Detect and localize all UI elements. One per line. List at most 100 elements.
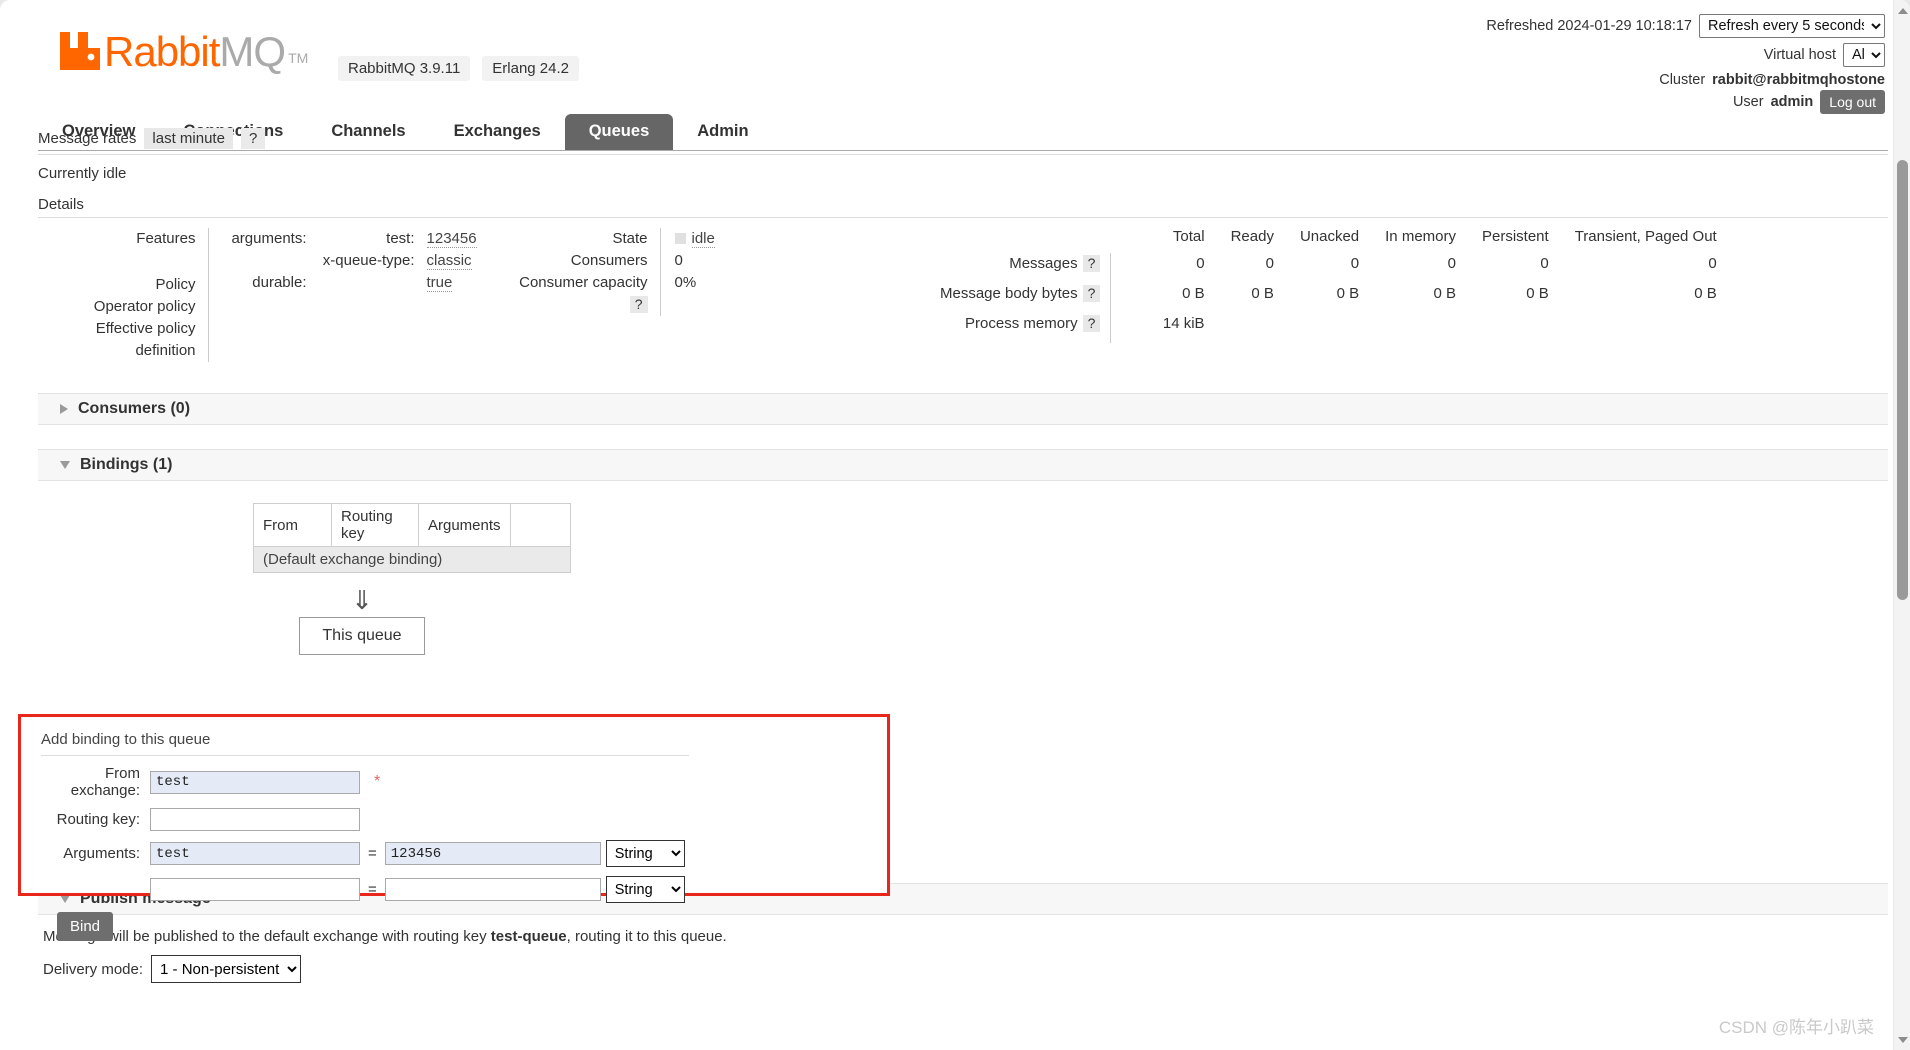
- state-value: idle: [691, 230, 715, 248]
- scrollbar-thumb[interactable]: [1897, 160, 1908, 600]
- from-exchange-label: From exchange:: [70, 765, 140, 799]
- features-label: Features: [136, 230, 196, 247]
- currently-idle-text: Currently idle: [38, 165, 127, 182]
- bytes-ready: 0 B: [1251, 285, 1274, 302]
- arguments-row-1: Arguments: = String: [21, 840, 887, 867]
- details-body: Features arguments: test: 123456 x-queue…: [0, 228, 1910, 383]
- vhost-select[interactable]: All: [1843, 43, 1885, 67]
- routing-key-input[interactable]: [150, 808, 360, 831]
- argument-value-input-1[interactable]: [384, 878, 601, 901]
- bindings-table: From Routing key Arguments (Default exch…: [253, 503, 571, 573]
- scroll-up-button[interactable]: [1894, 2, 1910, 19]
- from-exchange-row: From exchange: *: [21, 765, 887, 799]
- argument-type-select-0[interactable]: String: [605, 840, 685, 867]
- stats-row-body-bytes: Message body bytes? 0 B 0 B 0 B 0 B 0 B …: [940, 283, 1717, 313]
- argument-type-select-1[interactable]: String: [605, 876, 685, 903]
- arg-key-1: x-queue-type:: [322, 252, 415, 269]
- rabbitmq-logo-icon: [60, 32, 100, 70]
- consumers-value: 0: [659, 250, 780, 272]
- bindings-col-arguments: Arguments: [418, 503, 511, 547]
- down-double-arrow-icon: ⇓: [351, 585, 373, 615]
- cluster-name: rabbit@rabbitmqhostone: [1712, 72, 1885, 88]
- rabbitmq-logo[interactable]: RabbitMQ TM: [58, 28, 308, 76]
- stats-col-ready: Ready: [1230, 228, 1274, 245]
- state-indicator-icon: [674, 232, 686, 244]
- rabbitmq-management-page: RabbitMQ TM RabbitMQ 3.9.11 Erlang 24.2 …: [0, 0, 1910, 1050]
- stats-label-messages: Messages: [1009, 255, 1078, 272]
- stats-row-messages: Messages? 0 0 0 0 0 0: [940, 253, 1717, 283]
- version-badges: RabbitMQ 3.9.11 Erlang 24.2: [338, 56, 580, 81]
- this-queue-box: This queue: [299, 617, 425, 655]
- stats-col-inmemory: In memory: [1385, 228, 1456, 245]
- bind-button[interactable]: Bind: [57, 912, 114, 941]
- chevron-down-icon: [60, 461, 70, 469]
- routing-key-row: Routing key:: [21, 808, 887, 831]
- default-exchange-binding-cell: (Default exchange binding): [253, 546, 571, 573]
- logo-text-mq: MQ: [219, 28, 286, 76]
- vhost-row: Virtual host All: [1486, 43, 1885, 67]
- messages-unacked: 0: [1350, 255, 1360, 272]
- messages-transient: 0: [1708, 255, 1717, 272]
- consumer-capacity-row: Consumer capacity?: [500, 272, 660, 316]
- vertical-scrollbar[interactable]: [1893, 0, 1910, 1050]
- binding-flow-diagram: ⇓ This queue: [82, 587, 642, 655]
- arg-value-0: 123456: [426, 230, 477, 248]
- process-memory-help-icon[interactable]: ?: [1082, 315, 1101, 332]
- arg-value-1: classic: [426, 252, 472, 270]
- stats-col-total: Total: [1172, 228, 1205, 245]
- stats-col-transient: Transient, Paged Out: [1574, 228, 1717, 245]
- stats-col-persistent: Persistent: [1482, 228, 1549, 245]
- bindings-col-actions: [509, 503, 571, 547]
- bytes-total: 0 B: [1182, 285, 1205, 302]
- scroll-down-button[interactable]: [1894, 1031, 1910, 1048]
- rabbitmq-version-badge: RabbitMQ 3.9.11: [338, 56, 471, 81]
- messages-inmemory: 0: [1447, 255, 1456, 272]
- message-stats-table: Total Ready Unacked In memory Persistent…: [940, 228, 1717, 343]
- refreshed-timestamp: Refreshed 2024-01-29 10:18:17: [1486, 18, 1692, 34]
- messages-help-icon[interactable]: ?: [1082, 255, 1101, 272]
- from-exchange-input[interactable]: [150, 770, 360, 794]
- details-header: Details: [38, 196, 1888, 218]
- argument-key-input-1[interactable]: [150, 878, 360, 901]
- page-header: RabbitMQ TM RabbitMQ 3.9.11 Erlang 24.2 …: [0, 0, 1910, 151]
- delivery-mode-label: Delivery mode:: [43, 960, 144, 978]
- stats-col-unacked: Unacked: [1299, 228, 1360, 245]
- features-block: Features arguments: test: 123456 x-queue…: [38, 228, 483, 362]
- message-rates-help-icon[interactable]: ?: [240, 128, 266, 149]
- refresh-row: Refreshed 2024-01-29 10:18:17 Refresh ev…: [1486, 14, 1885, 38]
- bytes-inmemory: 0 B: [1433, 285, 1456, 302]
- argument-value-input-0[interactable]: [384, 842, 601, 865]
- consumer-capacity-label: Consumer capacity: [519, 274, 648, 291]
- body-bytes-help-icon[interactable]: ?: [1082, 285, 1101, 302]
- operator-policy-label: Operator policy: [93, 298, 196, 315]
- bindings-section-header[interactable]: Bindings (1): [38, 449, 1888, 481]
- refresh-interval-select[interactable]: Refresh every 5 seconds: [1699, 14, 1885, 38]
- stats-label-body-bytes: Message body bytes: [940, 285, 1078, 302]
- state-block: State idle Consumers 0 Consumer capacity…: [500, 228, 780, 316]
- required-marker: *: [374, 773, 381, 790]
- consumers-section-header[interactable]: Consumers (0): [38, 393, 1888, 425]
- consumer-capacity-help-icon[interactable]: ?: [629, 296, 648, 313]
- argument-key-input-0[interactable]: [150, 842, 360, 865]
- message-rates-period[interactable]: last minute: [144, 128, 233, 149]
- caret-up-icon: [1897, 8, 1908, 14]
- bindings-col-from: From: [253, 503, 332, 547]
- add-binding-panel: Add binding to this queue From exchange:…: [18, 714, 890, 941]
- caret-down-icon: [1897, 1037, 1908, 1043]
- process-memory-value: 14 kiB: [1162, 315, 1205, 332]
- chevron-right-icon: [60, 404, 68, 414]
- cluster-row: Cluster rabbit@rabbitmqhostone: [1486, 72, 1885, 88]
- argument-group-label: arguments:: [231, 230, 307, 247]
- arg-equals-1: =: [368, 881, 377, 898]
- effective-policy-definition-label: Effective policy definition: [95, 320, 196, 359]
- page-content: Message rates last minute ? Currently id…: [0, 128, 1910, 1050]
- delivery-mode-select[interactable]: 1 - Non-persistent: [151, 955, 302, 983]
- bindings-col-routing-key: Routing key: [331, 503, 419, 547]
- bytes-transient: 0 B: [1694, 285, 1717, 302]
- header-right-panel: Refreshed 2024-01-29 10:18:17 Refresh ev…: [1486, 14, 1885, 119]
- vhost-label: Virtual host: [1763, 47, 1836, 63]
- durable-label: durable:: [252, 274, 307, 291]
- consumers-label: Consumers: [570, 252, 648, 269]
- logo-text-rabbit: Rabbit: [104, 28, 220, 76]
- routing-key-label: Routing key:: [56, 811, 140, 828]
